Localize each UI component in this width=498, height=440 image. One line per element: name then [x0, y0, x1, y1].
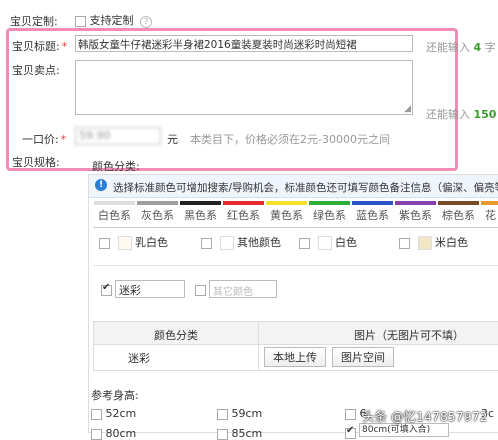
custom-checkbox[interactable]: 支持定制 ? — [75, 12, 152, 28]
price-hint: 本类目下，价格必须在2元-30000元之间 — [190, 133, 390, 146]
local-upload-button[interactable]: 本地上传 — [264, 347, 326, 367]
help-icon[interactable]: ? — [140, 16, 152, 28]
notice-text: 选择标准颜色可增加搜索/导购机会，标准颜色还可填写颜色备注信息（偏深、偏亮等） — [113, 182, 498, 194]
other-color-checkbox[interactable] — [195, 283, 206, 296]
title-counter: 还能输入 4 字 — [426, 41, 496, 54]
color-option-1[interactable]: 乳白色 — [99, 234, 168, 250]
custom-checkbox-label: 支持定制 — [89, 14, 134, 27]
color-option-2[interactable]: 其他颜色 — [201, 234, 281, 250]
watermark: 头条 @忆147857972 — [362, 409, 488, 424]
tab-color-9[interactable]: 花 — [481, 201, 498, 223]
color-swatch — [219, 236, 234, 250]
info-icon: ! — [95, 179, 107, 191]
notice-bar: ! 选择标准颜色可增加搜索/导购机会，标准颜色还可填写颜色备注信息（偏深、偏亮等… — [89, 175, 498, 198]
selling-textarea[interactable]: ◢ — [75, 60, 413, 115]
tab-color-3[interactable]: 红色系 — [223, 201, 264, 223]
table-header-color: 颜色分类 — [154, 329, 198, 342]
table-col-divider — [258, 322, 259, 344]
size-option-59[interactable]: 59cm — [217, 407, 262, 420]
tab-color-4[interactable]: 黄色系 — [266, 201, 307, 223]
tab-color-8[interactable]: 棕色系 — [438, 201, 479, 223]
size-option-80[interactable]: 80cm — [91, 427, 136, 440]
color-category-label: 颜色分类: — [92, 160, 140, 173]
color-tab-bar: 白色系 灰色系 黑色系 红色系 黄色系 绿色系 蓝色系 紫色系 棕色系花 — [93, 201, 498, 228]
color-option-3[interactable]: 白色 — [299, 234, 357, 250]
tab-color-0[interactable]: 白色系 — [94, 201, 135, 223]
divider — [93, 265, 498, 266]
selling-counter: 还能输入 150 字 — [426, 108, 497, 121]
spec-panel: ! 选择标准颜色可增加搜索/导购机会，标准颜色还可填写颜色备注信息（偏深、偏亮等… — [88, 174, 498, 440]
color-swatch — [117, 236, 132, 250]
table-row: 迷彩 本地上传 图片空间 — [94, 344, 498, 370]
tab-color-5[interactable]: 绿色系 — [309, 201, 350, 223]
custom-checkbox-box[interactable] — [75, 15, 86, 27]
color-swatch — [417, 236, 432, 250]
tab-color-2[interactable]: 黑色系 — [180, 201, 221, 223]
price-label: 一口价: * — [22, 133, 67, 146]
size-option-85[interactable]: 85cm — [217, 427, 262, 440]
size-option-52[interactable]: 52cm — [91, 407, 136, 420]
custom-color-input[interactable]: 迷彩 — [115, 280, 185, 298]
tab-color-7[interactable]: 紫色系 — [395, 201, 436, 223]
selling-label: 宝贝卖点: — [12, 64, 60, 77]
title-label: 宝贝标题: * — [12, 40, 68, 53]
table-header: 颜色分类 图片（无图片可不填） — [94, 322, 498, 345]
color-image-table: 颜色分类 图片（无图片可不填） 迷彩 本地上传 图片空间 — [93, 321, 498, 371]
size-remark-input[interactable]: 80cm(可填入合) — [359, 423, 449, 437]
color-option-4[interactable]: 米白色 — [399, 234, 468, 250]
tab-color-6[interactable]: 蓝色系 — [352, 201, 393, 223]
custom-color-checkbox[interactable] — [101, 282, 112, 296]
size-label: 参考身高: — [91, 389, 139, 402]
price-unit: 元 — [167, 133, 178, 146]
table-col-divider — [258, 344, 259, 370]
spec-label: 宝贝规格: — [12, 156, 60, 169]
row-color-name: 迷彩 — [128, 352, 150, 365]
resize-handle-icon[interactable]: ◢ — [404, 104, 411, 114]
tab-color-1[interactable]: 灰色系 — [137, 201, 178, 223]
price-input[interactable]: 59.90 — [75, 127, 161, 145]
color-swatch — [317, 236, 332, 250]
title-input[interactable]: 韩版女童牛仔裙迷彩半身裙2016童装夏装时尚迷彩时尚短裙 — [75, 35, 413, 52]
other-color-input[interactable]: 其它颜色 — [209, 280, 277, 298]
table-header-image: 图片（无图片可不填） — [354, 329, 464, 342]
custom-label: 宝贝定制: — [10, 15, 58, 28]
image-space-button[interactable]: 图片空间 — [332, 347, 394, 367]
